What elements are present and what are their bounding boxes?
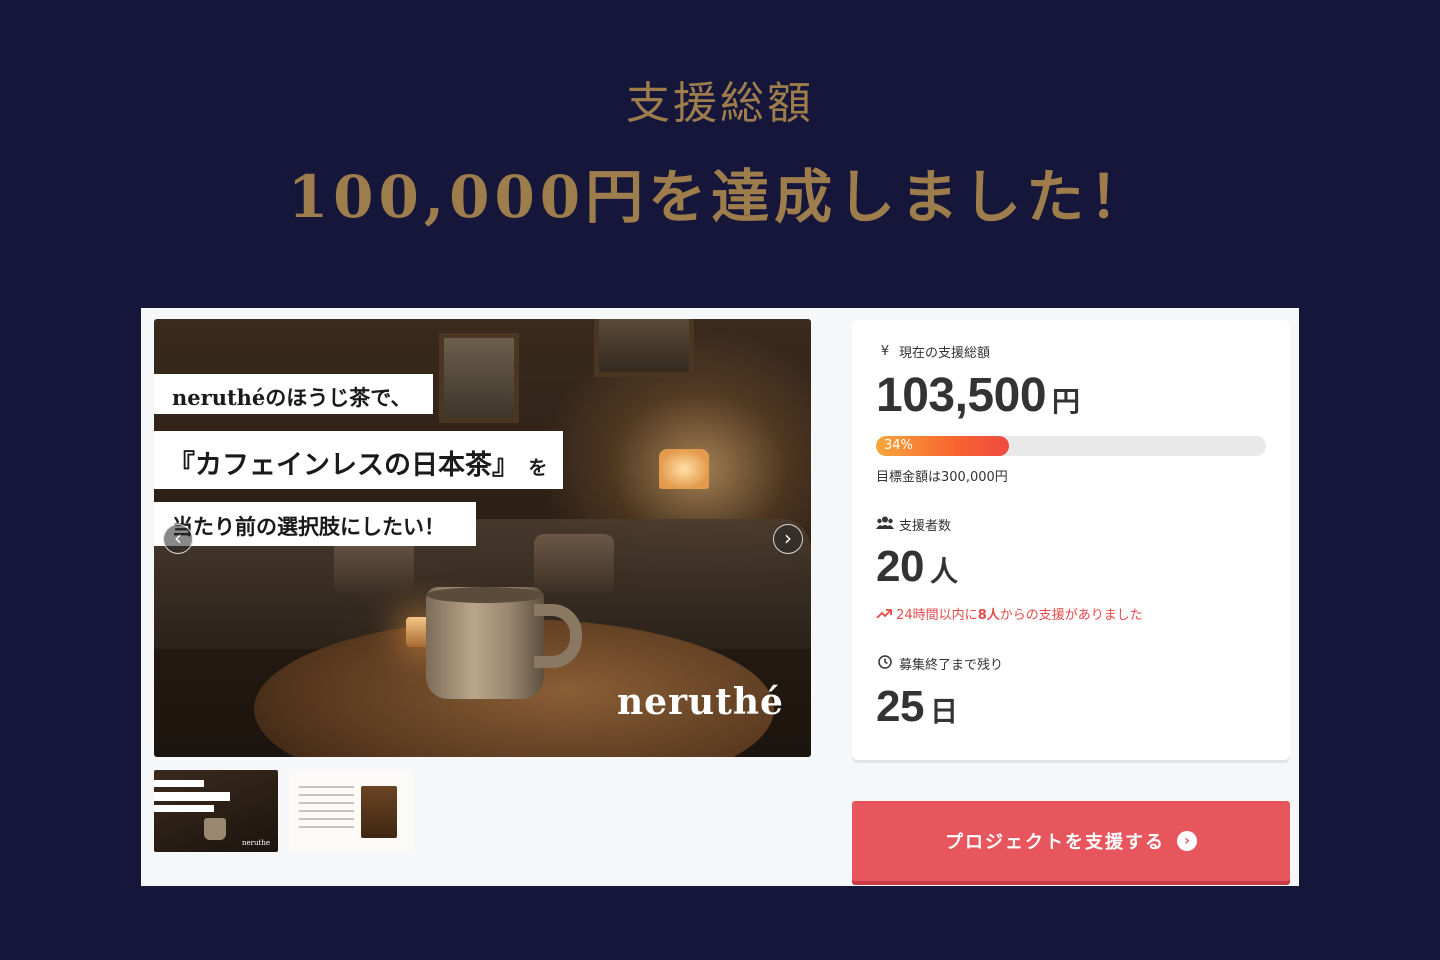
recent-support-note: 24時間以内に8人からの支援がありました: [876, 604, 1143, 623]
recent-prefix: 24時間以内に: [896, 608, 978, 623]
gallery-thumbnail[interactable]: neruthe: [154, 770, 278, 852]
trending-up-icon: [876, 608, 896, 623]
users-icon: [876, 516, 894, 533]
page-subtitle: 支援総額: [626, 78, 814, 129]
recent-suffix: からの支援がありました: [999, 608, 1143, 623]
hero-text-line2-main: 『カフェインレスの日本茶』: [168, 450, 519, 481]
amount-label: 現在の支援総額: [899, 346, 991, 361]
amount-unit: 円: [1052, 386, 1080, 417]
thumb-product-pouch: [361, 786, 397, 838]
lamp: [659, 449, 709, 489]
amount-value: 103,500 円: [876, 368, 1080, 423]
chevron-right-icon[interactable]: ›: [773, 524, 803, 554]
remaining-value: 25 日: [876, 682, 958, 732]
supporters-label-row: 支援者数: [876, 515, 951, 534]
stats-panel: ¥ 現在の支援総額 103,500 円 34% 目標金額は300,000円 支援者…: [852, 320, 1290, 760]
remaining-number: 25: [876, 682, 924, 731]
gallery-thumbnail[interactable]: [289, 770, 413, 852]
progress-fill: 34%: [876, 436, 1009, 456]
project-card: neruthéのほうじ茶で、 『カフェインレスの日本茶』 を 当たり前の選択肢に…: [141, 308, 1299, 886]
thumb-text-line: [154, 792, 230, 801]
amount-number: 103,500: [876, 369, 1047, 422]
arrow-circle-right-icon: ›: [1177, 831, 1197, 851]
supporters-unit: 人: [929, 556, 958, 587]
remaining-label: 募集終了まで残り: [899, 658, 1004, 673]
wall-picture: [594, 319, 694, 377]
progress-bar: 34%: [876, 436, 1266, 456]
hero-text-line2: 『カフェインレスの日本茶』 を: [154, 431, 563, 489]
thumb-text-line: [154, 805, 214, 812]
wall-picture: [439, 333, 519, 423]
thumb-text-block: [299, 786, 354, 834]
cushion: [534, 534, 614, 594]
thumb-mug: [204, 818, 226, 840]
thumb-text-line: [154, 780, 204, 787]
support-project-button[interactable]: プロジェクトを支援する ›: [852, 801, 1290, 881]
hero-text-line2-suffix: を: [528, 457, 548, 479]
amount-label-row: ¥ 現在の支援総額: [876, 342, 990, 361]
hero-image: neruthéのほうじ茶で、 『カフェインレスの日本茶』 を 当たり前の選択肢に…: [154, 319, 811, 757]
support-button-label: プロジェクトを支援する: [945, 832, 1165, 853]
remaining-label-row: 募集終了まで残り: [876, 654, 1003, 673]
chevron-left-icon[interactable]: ‹: [163, 524, 193, 554]
supporters-number: 20: [876, 542, 924, 591]
brand-logo: neruthé: [617, 681, 784, 723]
supporters-value: 20 人: [876, 542, 958, 592]
page-title: 100,000円を達成しました！: [287, 163, 1153, 231]
goal-text: 目標金額は300,000円: [876, 470, 1008, 485]
remaining-unit: 日: [929, 696, 958, 727]
clock-icon: [876, 654, 894, 673]
thumb-brand: neruthe: [242, 839, 270, 847]
recent-count: 8人: [977, 608, 1000, 623]
yen-icon: ¥: [880, 344, 890, 359]
hero-text-line1: neruthéのほうじ茶で、: [154, 374, 433, 414]
hero-text-line3: 当たり前の選択肢にしたい！: [154, 502, 476, 546]
supporters-label: 支援者数: [899, 519, 952, 534]
mug: [426, 587, 544, 699]
